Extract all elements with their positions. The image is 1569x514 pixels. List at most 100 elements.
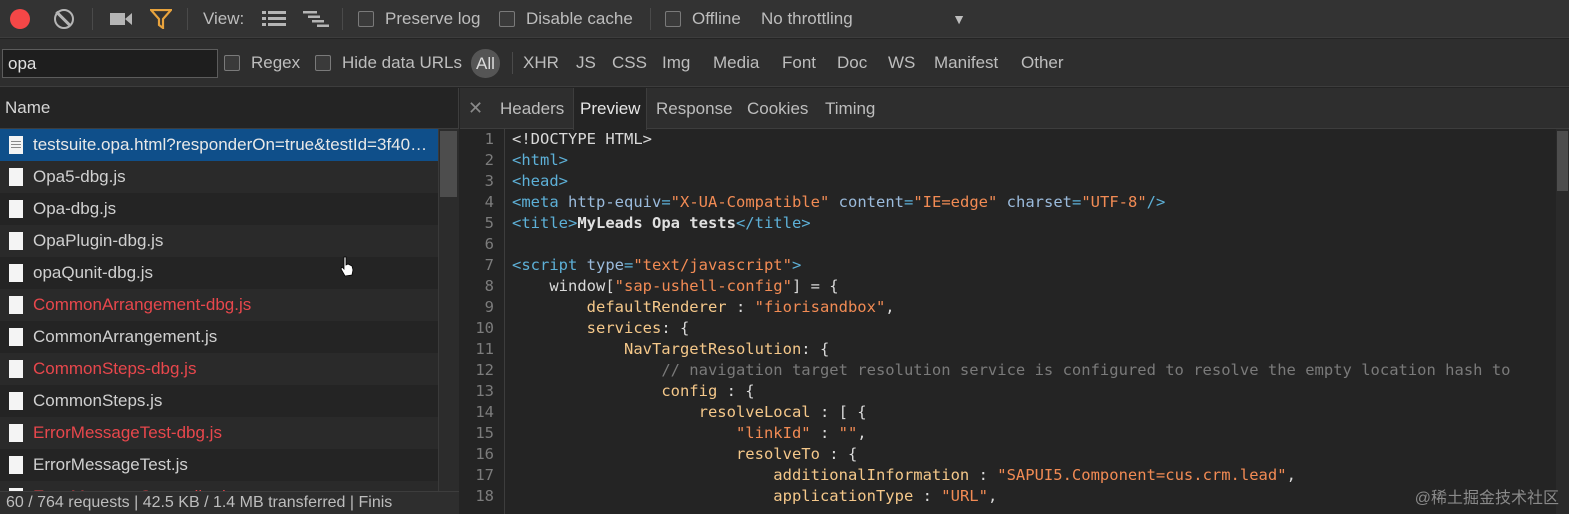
- type-filter-doc[interactable]: Doc: [837, 39, 867, 87]
- request-row[interactable]: OpaPlugin-dbg.js: [0, 225, 438, 257]
- disable-cache-checkbox[interactable]: Disable cache: [499, 0, 633, 38]
- type-filter-js[interactable]: JS: [576, 39, 596, 87]
- request-name: Opa5-dbg.js: [33, 167, 126, 186]
- code-text: resolveLocal : [ {: [502, 402, 867, 423]
- checkbox-box[interactable]: [665, 11, 681, 27]
- code-token: "linkId": [735, 424, 811, 442]
- hide-data-urls-label: Hide data URLs: [342, 53, 463, 72]
- hide-data-urls-checkbox[interactable]: Hide data URLs: [315, 39, 462, 87]
- preserve-log-checkbox[interactable]: Preserve log: [358, 0, 480, 38]
- camera-icon: [110, 13, 132, 25]
- request-row[interactable]: opaQunit-dbg.js: [0, 257, 438, 289]
- code-token: ,: [1286, 466, 1296, 484]
- request-row[interactable]: testsuite.opa.html?responderOn=true&test…: [0, 129, 438, 161]
- code-text: NavTargetResolution: {: [502, 339, 829, 360]
- code-token: defaultRenderer: [586, 298, 727, 316]
- checkbox-box[interactable]: [499, 11, 515, 27]
- capture-screenshots-button[interactable]: [109, 0, 133, 38]
- tab-cookies[interactable]: Cookies: [741, 88, 814, 129]
- code-line: 14 resolveLocal : [ {: [460, 402, 1556, 423]
- request-name: Opa-dbg.js: [33, 199, 117, 218]
- scrollbar-thumb[interactable]: [440, 131, 457, 197]
- code-token: resolveLocal: [698, 403, 811, 421]
- code-text: applicationType : "URL",: [502, 486, 997, 507]
- request-detail-panel: ✕ Headers Preview Response Cookies Timin…: [460, 88, 1569, 514]
- request-row[interactable]: Opa5-dbg.js: [0, 161, 438, 193]
- file-icon: [9, 136, 23, 154]
- code-token: http-equiv: [568, 193, 662, 211]
- regex-checkbox[interactable]: Regex: [224, 39, 300, 87]
- code-line: 18 applicationType : "URL",: [460, 486, 1556, 507]
- waterfall-icon: [303, 11, 329, 27]
- watermark-text: @稀土掘金技术社区: [1414, 490, 1559, 507]
- line-number: 12: [475, 361, 494, 379]
- code-token: :: [913, 487, 942, 505]
- type-filter-media[interactable]: Media: [713, 39, 759, 87]
- request-row[interactable]: ErrorMessageSteps-dbg.js: [0, 481, 438, 491]
- code-token: <!DOCTYPE HTML>: [512, 130, 652, 148]
- filter-input[interactable]: [2, 49, 218, 78]
- code-text: services: {: [502, 318, 690, 339]
- network-toolbar: View: Preserve log Disable cache Offline…: [0, 0, 1569, 38]
- overview-button[interactable]: [303, 0, 329, 38]
- request-row[interactable]: CommonSteps-dbg.js: [0, 353, 438, 385]
- request-row[interactable]: CommonSteps.js: [0, 385, 438, 417]
- type-filter-other[interactable]: Other: [1021, 39, 1064, 87]
- line-number: 1: [484, 130, 494, 148]
- type-filter-ws[interactable]: WS: [888, 39, 915, 87]
- type-filter-font[interactable]: Font: [782, 39, 816, 87]
- throttling-select[interactable]: No throttling ▼: [761, 0, 966, 38]
- file-icon: [9, 168, 23, 186]
- type-filter-img[interactable]: Img: [662, 39, 690, 87]
- type-filter-xhr[interactable]: XHR: [523, 39, 559, 87]
- preview-code-viewer[interactable]: 1 <!DOCTYPE HTML> 2 <html> 3 <head> 4 <meta htt…: [460, 129, 1556, 514]
- type-filter-all[interactable]: All: [471, 49, 500, 78]
- code-token: "SAPUI5.Component=cus.crm.lead": [997, 466, 1287, 484]
- scrollbar-thumb[interactable]: [1557, 131, 1568, 191]
- code-token: "fiorisandbox": [754, 298, 886, 316]
- code-scrollbar[interactable]: [1556, 129, 1569, 514]
- request-row[interactable]: CommonArrangement.js: [0, 321, 438, 353]
- code-line: 2 <html>: [460, 150, 1556, 171]
- type-filter-css[interactable]: CSS: [612, 39, 647, 87]
- clear-button[interactable]: [54, 0, 78, 38]
- filter-toggle-button[interactable]: [150, 0, 174, 38]
- code-token: : {: [661, 319, 690, 337]
- name-column-header[interactable]: Name: [0, 88, 459, 129]
- code-token: applicationType: [773, 487, 914, 505]
- large-rows-button[interactable]: [262, 0, 286, 38]
- offline-checkbox[interactable]: Offline: [665, 0, 741, 38]
- request-row[interactable]: Opa-dbg.js: [0, 193, 438, 225]
- record-button[interactable]: [10, 0, 34, 38]
- code-token: =: [661, 193, 671, 211]
- tab-timing[interactable]: Timing: [819, 88, 881, 129]
- checkbox-box[interactable]: [358, 11, 374, 27]
- line-number: 15: [475, 424, 494, 442]
- request-row[interactable]: CommonArrangement-dbg.js: [0, 289, 438, 321]
- tab-headers[interactable]: Headers: [494, 88, 570, 129]
- line-number: 13: [475, 382, 494, 400]
- tab-response[interactable]: Response: [650, 88, 739, 129]
- close-icon[interactable]: ✕: [468, 88, 483, 129]
- checkbox-box[interactable]: [315, 55, 331, 71]
- type-filter-manifest[interactable]: Manifest: [934, 39, 998, 87]
- checkbox-box[interactable]: [224, 55, 240, 71]
- file-icon: [9, 456, 23, 474]
- code-text: <meta http-equiv="X-UA-Compatible" conte…: [502, 192, 1165, 213]
- request-name: testsuite.opa.html?responderOn=true&test…: [33, 135, 433, 154]
- regex-label: Regex: [251, 53, 301, 72]
- request-row[interactable]: ErrorMessageTest.js: [0, 449, 438, 481]
- line-number: 2: [484, 151, 494, 169]
- line-number: 6: [484, 235, 494, 253]
- request-name: CommonSteps-dbg.js: [33, 359, 197, 378]
- request-list-scrollbar[interactable]: [438, 129, 459, 491]
- request-row[interactable]: ErrorMessageTest-dbg.js: [0, 417, 438, 449]
- tab-preview[interactable]: Preview: [573, 88, 648, 130]
- request-list-panel: Name testsuite.opa.html?responderOn=true…: [0, 88, 459, 514]
- code-token: resolveTo: [735, 445, 820, 463]
- code-text: defaultRenderer : "fiorisandbox",: [502, 297, 895, 318]
- request-name: CommonSteps.js: [33, 391, 163, 410]
